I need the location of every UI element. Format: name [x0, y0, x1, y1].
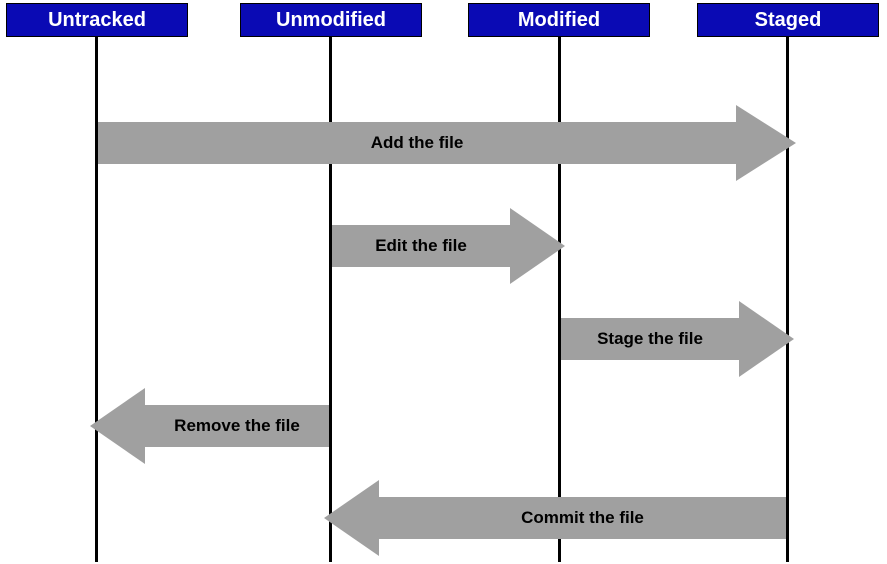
- column-header-untracked: Untracked: [6, 3, 188, 37]
- arrow-add-file-label: Add the file: [371, 133, 464, 153]
- lifeline-modified: [558, 36, 561, 562]
- arrow-add-file: Add the file: [98, 122, 736, 164]
- arrow-remove-file: Remove the file: [145, 405, 329, 447]
- arrow-edit-file-head: [510, 208, 565, 284]
- arrow-commit-file-label: Commit the file: [521, 508, 644, 528]
- arrow-stage-file: Stage the file: [561, 318, 739, 360]
- arrow-commit-file: Commit the file: [379, 497, 786, 539]
- arrow-stage-file-head: [739, 301, 794, 377]
- arrow-commit-file-head: [324, 480, 379, 556]
- arrow-remove-file-head: [90, 388, 145, 464]
- column-header-staged: Staged: [697, 3, 879, 37]
- column-header-unmodified: Unmodified: [240, 3, 422, 37]
- arrow-stage-file-label: Stage the file: [597, 329, 703, 349]
- arrow-edit-file: Edit the file: [332, 225, 510, 267]
- column-header-modified: Modified: [468, 3, 650, 37]
- arrow-remove-file-label: Remove the file: [174, 416, 300, 436]
- arrow-add-file-head: [736, 105, 796, 181]
- lifeline-untracked: [95, 36, 98, 562]
- arrow-edit-file-label: Edit the file: [375, 236, 467, 256]
